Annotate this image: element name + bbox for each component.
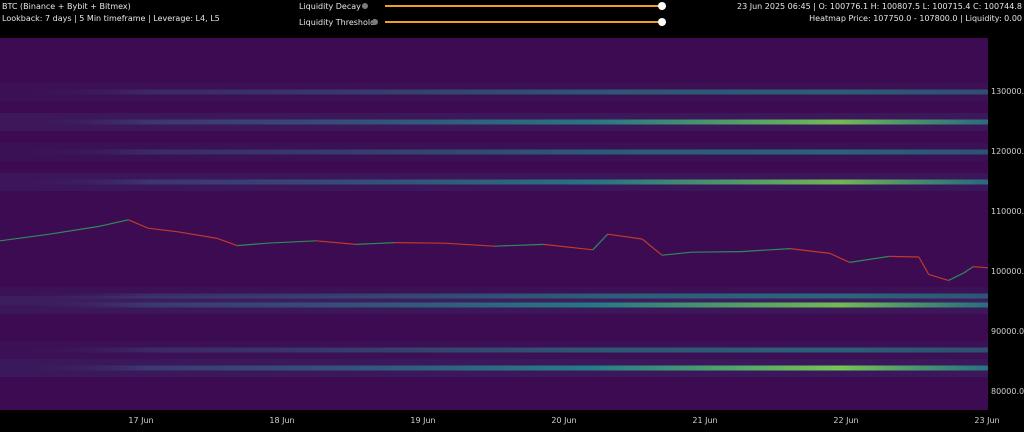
- x-tick-label: 19 Jun: [410, 416, 436, 425]
- heatmap-readout: Heatmap Price: 107750.0 - 107800.0 | Liq…: [809, 14, 1022, 23]
- chart-header: BTC (Binance + Bybit + Bitmex) Lookback:…: [0, 0, 1024, 36]
- y-tick-label: 100000.0: [991, 267, 1024, 276]
- liquidity-band: [0, 179, 988, 185]
- info-icon[interactable]: [372, 19, 378, 25]
- chart-title: BTC (Binance + Bybit + Bitmex): [2, 2, 131, 11]
- ohlc-readout: 23 Jun 2025 06:45 | O: 100776.1 H: 10080…: [737, 2, 1022, 11]
- price-segment: [691, 251, 742, 253]
- y-tick-label: 110000.0: [991, 207, 1024, 216]
- x-tick-label: 18 Jun: [269, 416, 295, 425]
- liquidity-decay-slider-handle[interactable]: [658, 2, 666, 10]
- chart-subtitle: Lookback: 7 days | 5 Min timeframe | Lev…: [2, 14, 220, 23]
- liquidity-band: [0, 365, 988, 371]
- y-tick-label: 80000.0: [991, 387, 1024, 396]
- liquidity-band: [0, 89, 988, 95]
- y-tick-label: 120000.0: [991, 147, 1024, 156]
- x-tick-label: 20 Jun: [551, 416, 577, 425]
- x-tick-label: 23 Jun: [974, 416, 1000, 425]
- liquidity-decay-label: Liquidity Decay: [299, 2, 361, 11]
- liquidity-threshold-label: Liquidity Threshold: [299, 18, 376, 27]
- y-tick-label: 130000.0: [991, 87, 1024, 96]
- liquidity-threshold-slider[interactable]: [385, 21, 662, 23]
- liquidity-threshold-slider-handle[interactable]: [658, 18, 666, 26]
- x-tick-label: 22 Jun: [833, 416, 859, 425]
- info-icon[interactable]: [362, 3, 368, 9]
- liquidity-heatmap[interactable]: [0, 38, 988, 410]
- y-tick-label: 90000.0: [991, 327, 1024, 336]
- liquidity-decay-slider[interactable]: [385, 5, 662, 7]
- liquidity-band: [0, 302, 988, 308]
- price-segment: [889, 255, 919, 258]
- x-tick-label: 17 Jun: [128, 416, 154, 425]
- price-segment: [395, 242, 445, 244]
- x-tick-label: 21 Jun: [692, 416, 718, 425]
- liquidity-band: [0, 149, 988, 155]
- liquidity-band: [0, 119, 988, 125]
- liquidity-band: [0, 347, 988, 353]
